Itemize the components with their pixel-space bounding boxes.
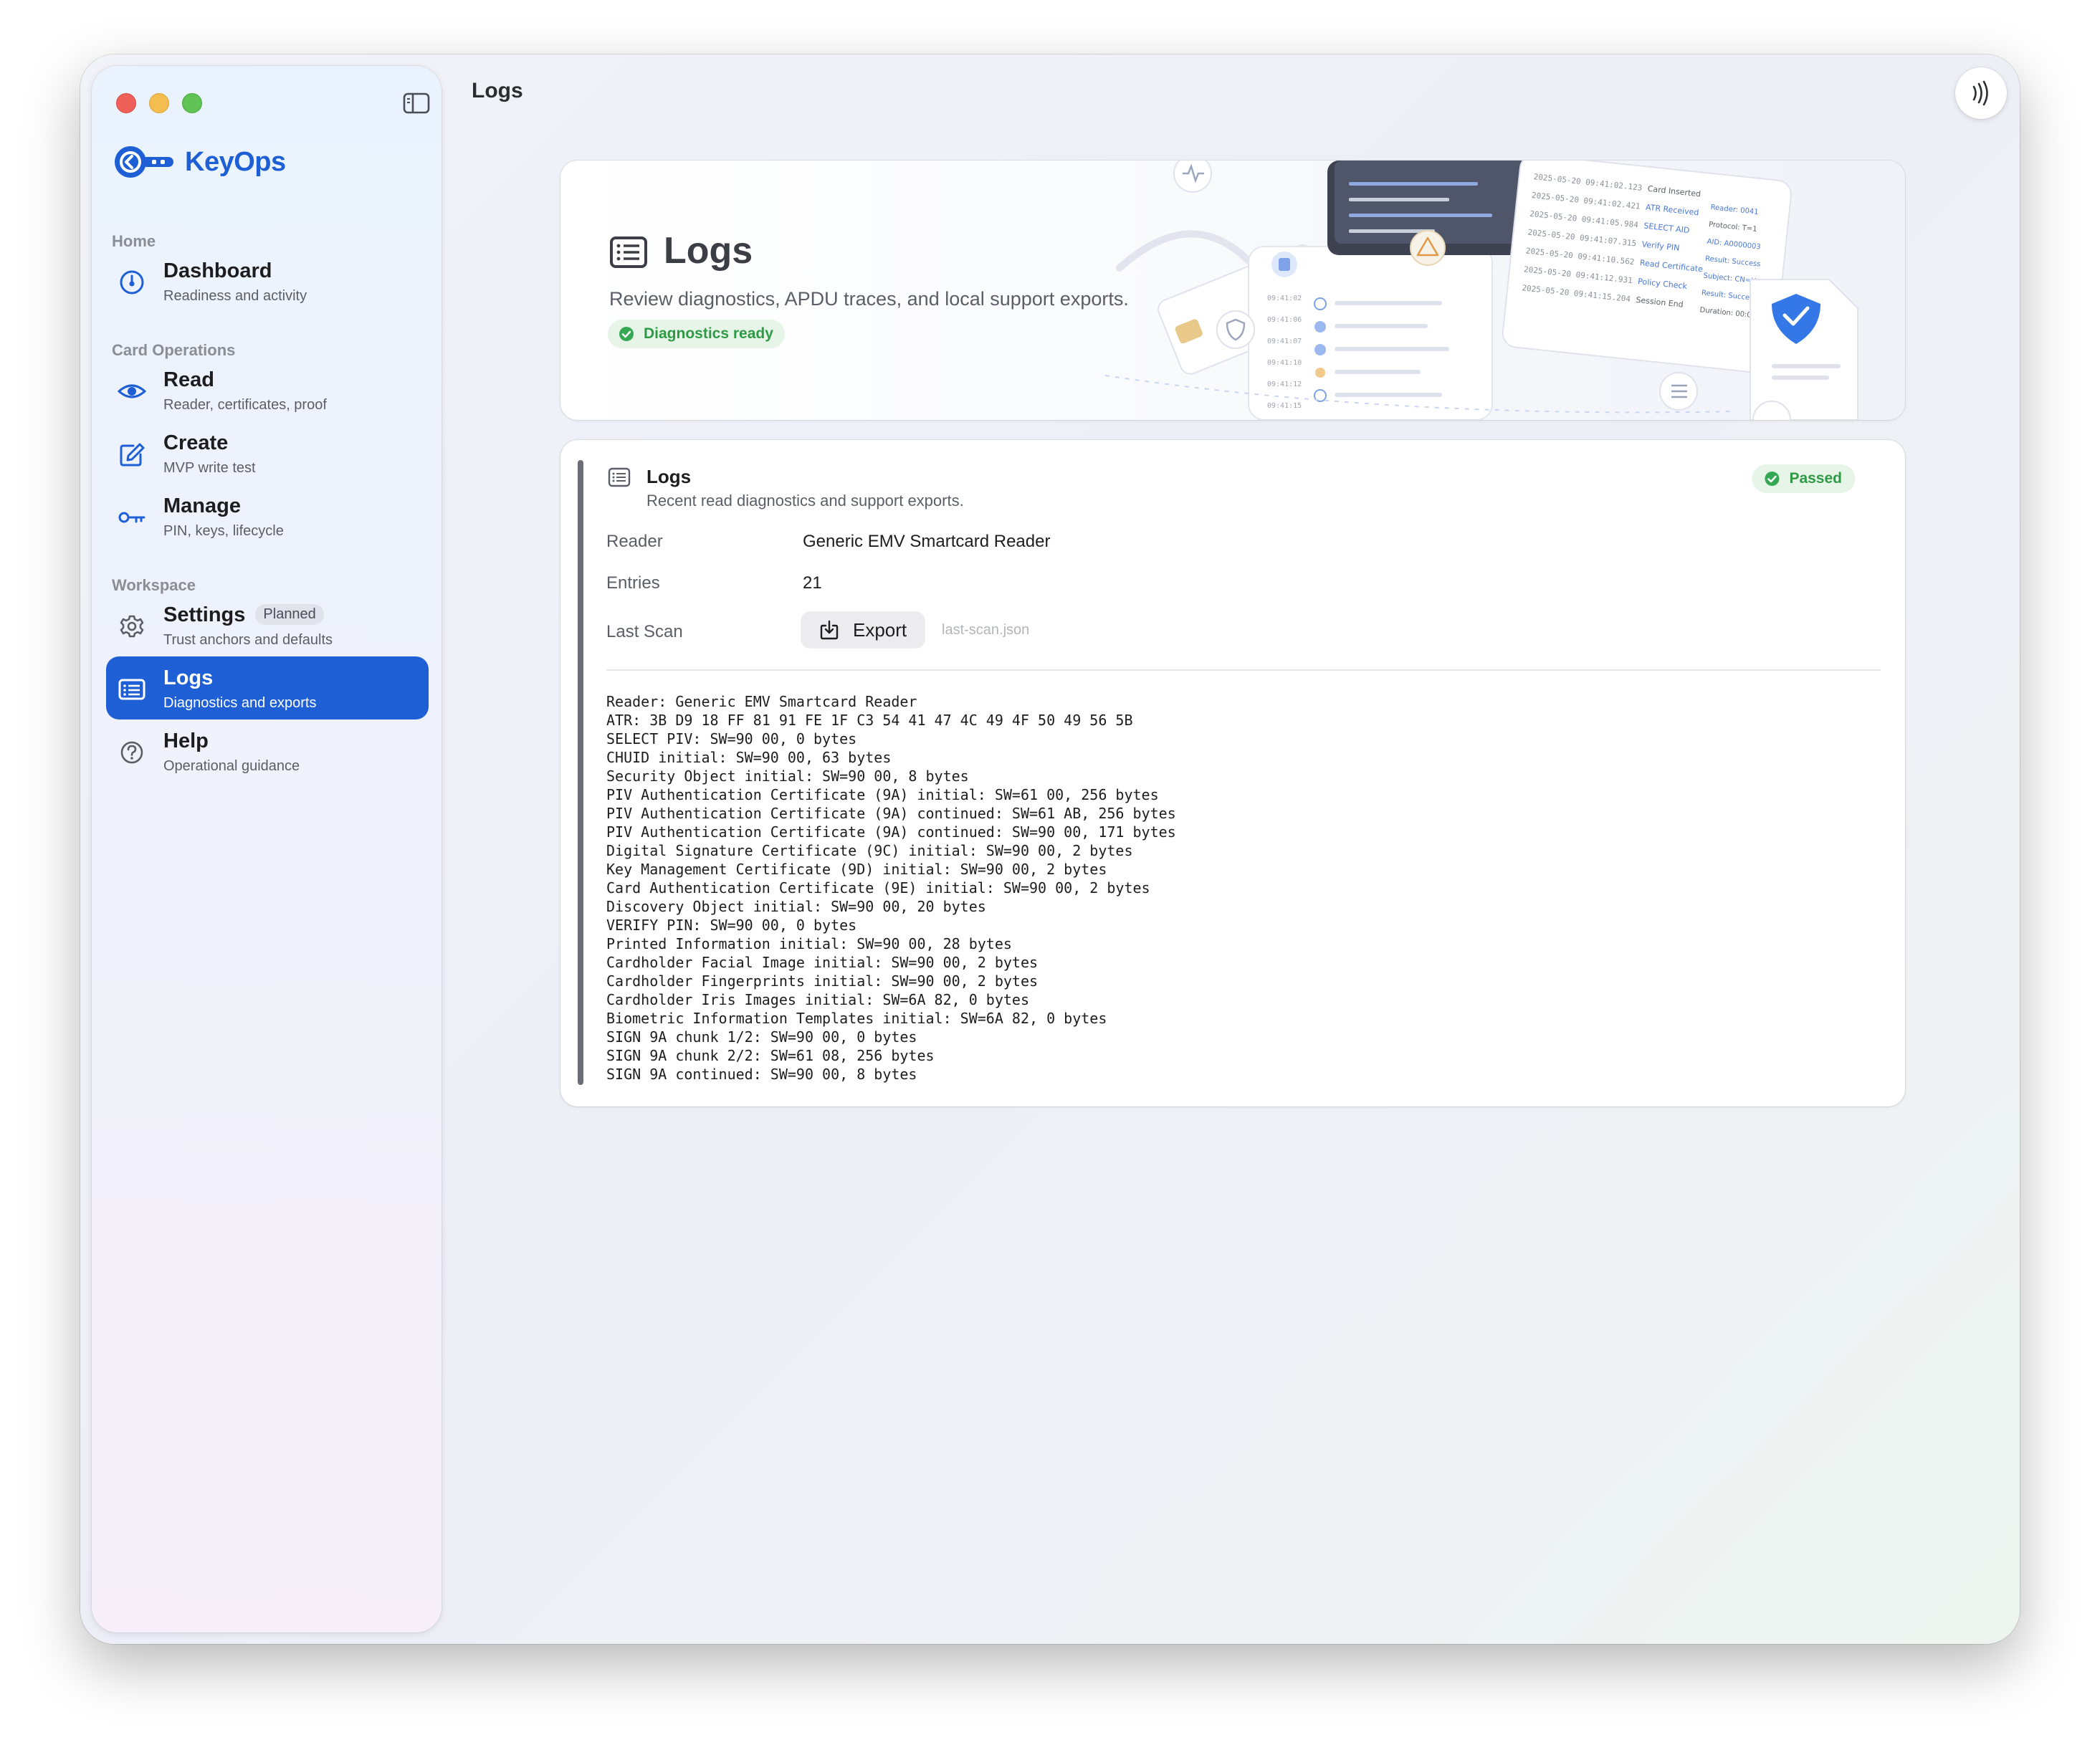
sidebar-item-title: Dashboard	[163, 259, 272, 282]
gear-icon	[120, 615, 144, 638]
divider	[606, 669, 1881, 671]
log-line: Key Management Certificate (9D) initial:…	[606, 861, 1107, 878]
sidebar-item-manage[interactable]: Manage PIN, keys, lifecycle	[106, 484, 429, 548]
sidebar-item-subtitle: Trust anchors and defaults	[163, 632, 333, 648]
card-accent-bar	[578, 460, 583, 1085]
section-label-workspace: Workspace	[112, 576, 196, 594]
hero-title: Logs	[664, 230, 753, 272]
log-line: Cardholder Iris Images initial: SW=6A 82…	[606, 991, 1030, 1008]
eye-icon	[118, 384, 146, 398]
sidebar-item-help[interactable]: Help Operational guidance	[106, 719, 429, 783]
section-label-home: Home	[112, 232, 156, 250]
list-icon	[118, 679, 145, 700]
sidebar-toggle-button[interactable]	[403, 92, 430, 115]
close-window-button[interactable]	[116, 93, 136, 113]
sidebar-item-subtitle: Diagnostics and exports	[163, 695, 317, 711]
brand: KeyOps	[113, 145, 286, 179]
log-line: PIV Authentication Certificate (9A) cont…	[606, 805, 1176, 822]
zoom-window-button[interactable]	[182, 93, 202, 113]
nfc-button[interactable]	[1955, 67, 2007, 119]
card-subtitle: Recent read diagnostics and support expo…	[646, 492, 964, 510]
key-logo-icon	[115, 146, 173, 178]
log-line: SIGN 9A continued: SW=90 00, 8 bytes	[606, 1066, 917, 1083]
log-line: Reader: Generic EMV Smartcard Reader	[606, 693, 917, 710]
diagnostics-status-text: Diagnostics ready	[644, 325, 773, 342]
log-line: Printed Information initial: SW=90 00, 2…	[606, 935, 1012, 952]
export-button-label: Export	[853, 618, 907, 641]
log-line: Digital Signature Certificate (9C) initi…	[606, 842, 1133, 859]
minimize-window-button[interactable]	[149, 93, 169, 113]
sidebar-item-subtitle: Operational guidance	[163, 758, 300, 774]
export-filename: last-scan.json	[942, 622, 1030, 638]
sidebar-item-title-text: Settings	[163, 603, 246, 626]
log-line: ATR: 3B D9 18 FF 81 91 FE 1F C3 54 41 47…	[606, 712, 1133, 729]
sidebar-item-title: Read	[163, 368, 214, 391]
log-line: PIV Authentication Certificate (9A) init…	[606, 786, 1159, 803]
field-label-entries: Entries	[606, 573, 660, 593]
logs-icon	[610, 236, 647, 268]
edit-icon	[120, 443, 145, 467]
hero-mini-time: 09:41:12	[1267, 381, 1302, 388]
planned-badge: Planned	[255, 604, 324, 625]
sidebar-item-title: Logs	[163, 666, 214, 689]
logs-card: Logs Recent read diagnostics and support…	[560, 440, 1905, 1106]
hero-mini-time: 09:41:10	[1267, 359, 1302, 367]
export-icon	[820, 620, 839, 640]
hero-mini-time: 09:41:15	[1267, 402, 1302, 410]
section-label-card-operations: Card Operations	[112, 341, 236, 359]
status-badge-text: Passed	[1789, 470, 1842, 487]
export-button[interactable]: Export	[801, 612, 925, 648]
log-line: PIV Authentication Certificate (9A) cont…	[606, 823, 1176, 841]
log-line: Security Object initial: SW=90 00, 8 byt…	[606, 768, 969, 785]
sidebar-item-subtitle: Readiness and activity	[163, 288, 307, 304]
status-badge: Passed	[1752, 464, 1855, 493]
nfc-icon	[1972, 80, 1988, 106]
log-line: Cardholder Fingerprints initial: SW=90 0…	[606, 972, 1039, 990]
sidebar-item-subtitle: PIN, keys, lifecycle	[163, 523, 284, 539]
hero-mini-time: 09:41:07	[1267, 338, 1302, 345]
sidebar-item-subtitle: MVP write test	[163, 460, 256, 476]
sidebar-item-read[interactable]: Read Reader, certificates, proof	[106, 358, 429, 421]
log-line: SIGN 9A chunk 1/2: SW=90 00, 0 bytes	[606, 1028, 917, 1046]
sidebar-item-title: Manage	[163, 494, 241, 517]
field-value-entries: 21	[803, 573, 822, 593]
field-label-reader: Reader	[606, 532, 663, 551]
sidebar-item-settings[interactable]: Settings Planned Trust anchors and defaul…	[106, 593, 429, 656]
sidebar-item-logs[interactable]: Logs Diagnostics and exports	[106, 656, 429, 719]
log-line: Card Authentication Certificate (9E) ini…	[606, 879, 1150, 896]
log-line: SIGN 9A chunk 2/2: SW=61 08, 256 bytes	[606, 1047, 935, 1064]
hero-mini-time: 09:41:02	[1267, 295, 1302, 302]
log-output: Reader: Generic EMV Smartcard Reader ATR…	[606, 692, 1882, 1084]
field-label-last-scan: Last Scan	[606, 622, 683, 641]
sidebar: KeyOps Home Dashboard Readiness and acti…	[92, 66, 442, 1632]
card-title: Logs	[646, 466, 692, 487]
check-circle-icon	[1765, 472, 1780, 486]
log-line: Discovery Object initial: SW=90 00, 20 b…	[606, 898, 986, 915]
check-circle-icon	[619, 327, 634, 341]
sidebar-item-title: Settings Planned	[163, 603, 324, 627]
help-icon	[120, 741, 143, 764]
log-line: CHUID initial: SW=90 00, 63 bytes	[606, 749, 892, 766]
log-line: VERIFY PIN: SW=90 00, 0 bytes	[606, 917, 857, 934]
sidebar-item-title: Help	[163, 730, 209, 752]
field-value-reader: Generic EMV Smartcard Reader	[803, 532, 1051, 551]
hero-mini-time: 09:41:06	[1267, 316, 1302, 324]
sidebar-item-dashboard[interactable]: Dashboard Readiness and activity	[106, 249, 429, 312]
gauge-icon	[120, 270, 144, 295]
sidebar-item-title: Create	[163, 431, 229, 454]
sidebar-item-create[interactable]: Create MVP write test	[106, 421, 429, 484]
log-line: Biometric Information Templates initial:…	[606, 1010, 1107, 1027]
brand-name: KeyOps	[185, 146, 286, 177]
diagnostics-status-badge: Diagnostics ready	[608, 320, 785, 348]
key-icon	[118, 512, 145, 523]
app-window: KeyOps Home Dashboard Readiness and acti…	[80, 54, 2020, 1644]
sidebar-toggle-icon	[403, 92, 430, 114]
page-title: Logs	[472, 79, 523, 102]
hero-banner: Logs 09:41:02 09:41:06 09:41:07 09:41:10…	[560, 161, 1905, 420]
hero-subtitle: Review diagnostics, APDU traces, and loc…	[609, 288, 1129, 310]
logs-icon	[608, 467, 631, 487]
sidebar-item-subtitle: Reader, certificates, proof	[163, 397, 327, 413]
log-line: Cardholder Facial Image initial: SW=90 0…	[606, 954, 1039, 971]
log-line: SELECT PIV: SW=90 00, 0 bytes	[606, 730, 857, 747]
